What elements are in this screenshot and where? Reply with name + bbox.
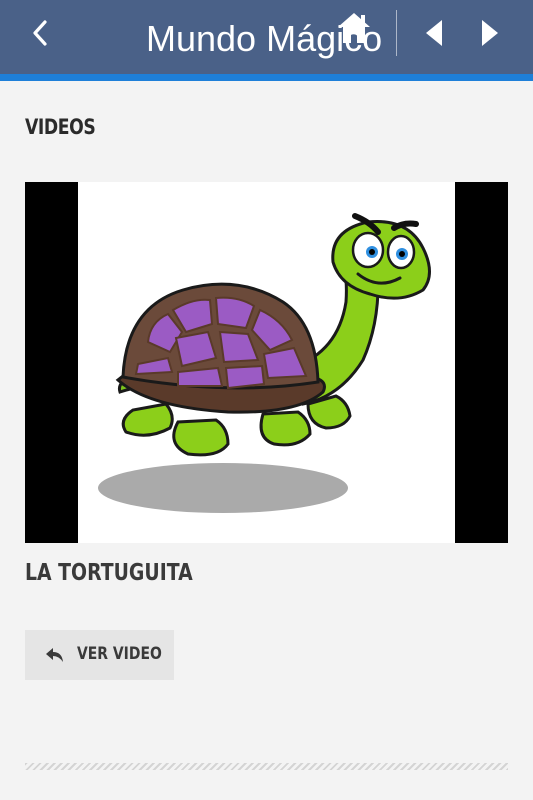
triangle-left-icon: [426, 20, 442, 46]
triangle-right-icon: [482, 20, 498, 46]
cartoon-turtle-image: [78, 182, 455, 543]
header-divider: [396, 10, 397, 56]
section-divider: [25, 763, 508, 770]
watch-video-label: VER VIDEO: [77, 644, 162, 664]
back-button[interactable]: [20, 10, 60, 56]
reply-icon: [46, 648, 63, 662]
previous-button[interactable]: [420, 12, 450, 54]
app-header: Mundo Mágico: [0, 0, 533, 74]
home-icon: [338, 13, 370, 43]
chevron-left-icon: [33, 20, 47, 46]
home-button[interactable]: [334, 10, 374, 46]
video-title: LA TORTUGUITA: [25, 560, 193, 586]
next-button[interactable]: [474, 12, 504, 54]
section-heading: VIDEOS: [25, 115, 96, 139]
video-thumbnail[interactable]: [25, 182, 508, 543]
header-accent-bar: [0, 74, 533, 81]
watch-video-button[interactable]: VER VIDEO: [25, 630, 174, 680]
